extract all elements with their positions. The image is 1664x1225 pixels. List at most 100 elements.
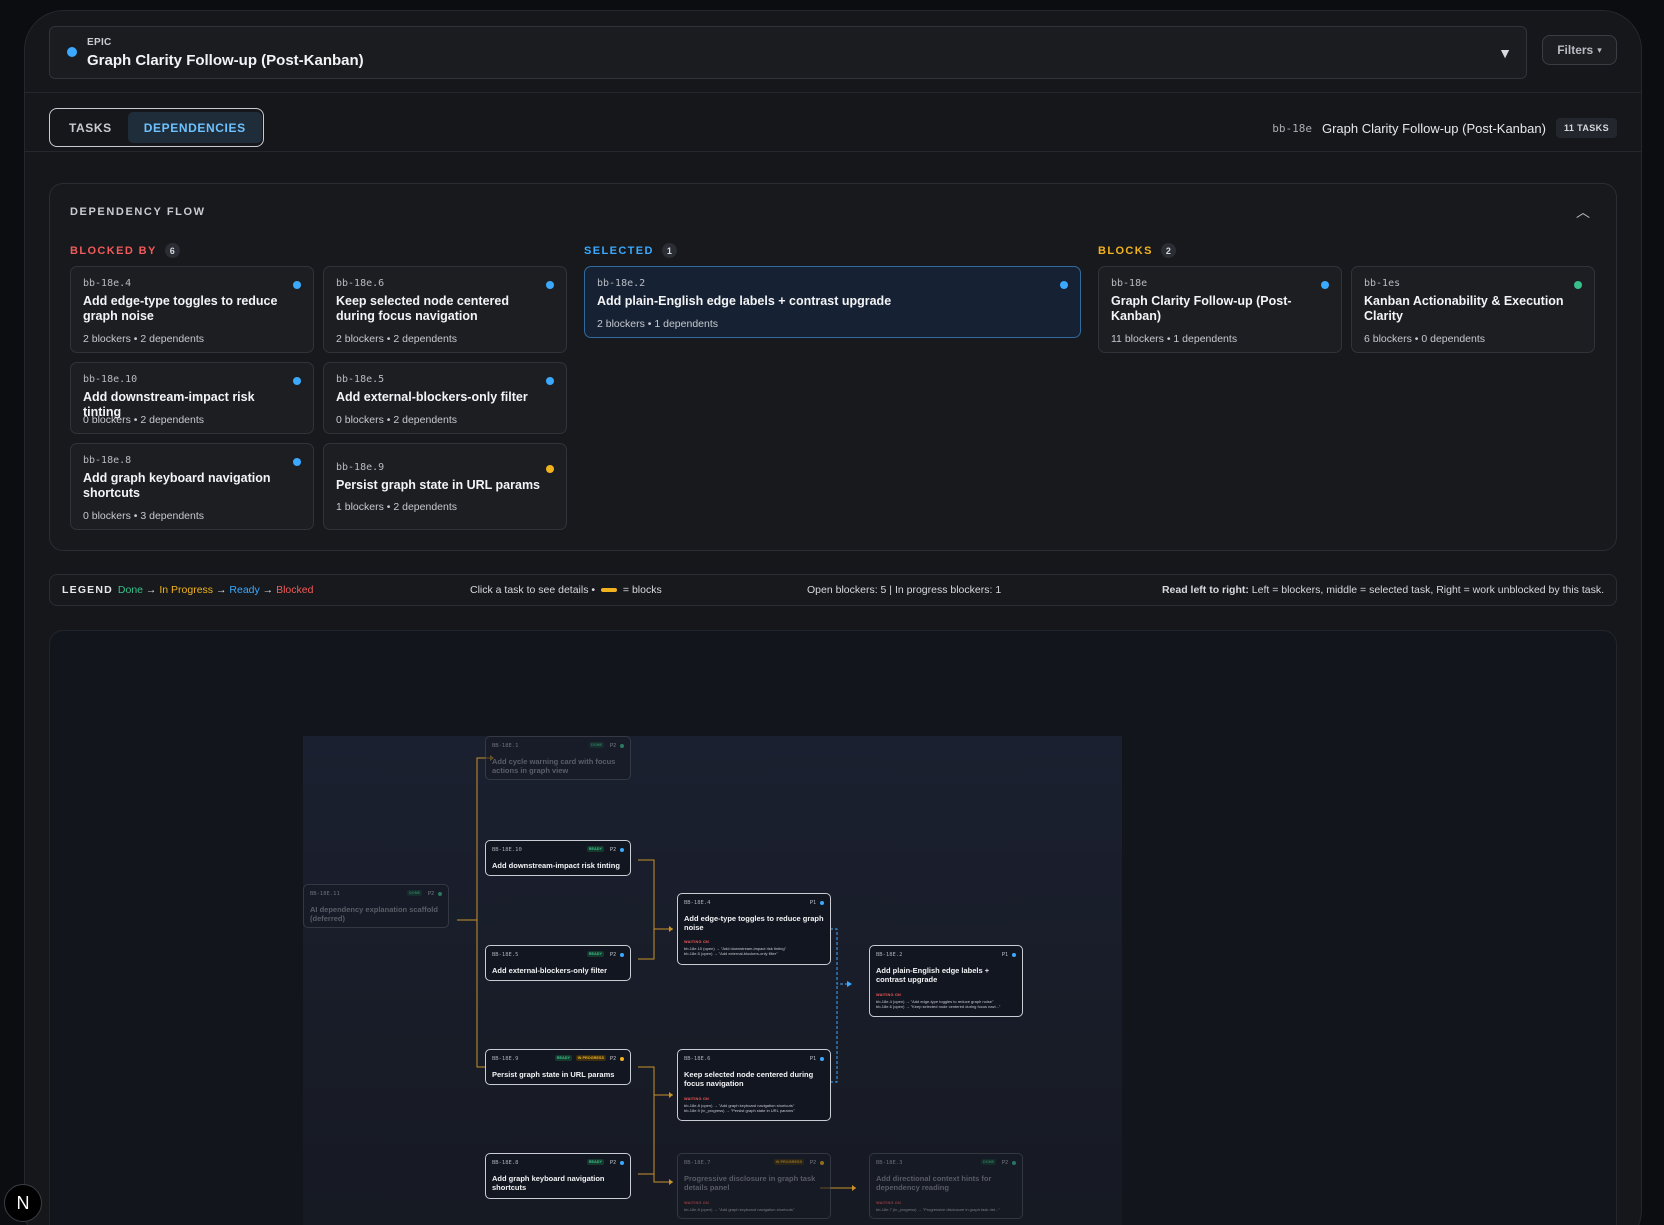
status-dot — [1012, 1161, 1016, 1165]
graph-node[interactable]: BB-18E.3 DONE P2 Add directional context… — [869, 1153, 1023, 1219]
ready-badge: READY — [586, 951, 604, 957]
blocks-header: BLOCKS 2 — [1098, 243, 1176, 258]
task-title: Keep selected node centered during focus… — [336, 294, 509, 323]
ready-badge: READY — [586, 846, 604, 852]
in-progress-badge: IN PROGRESS — [773, 1159, 804, 1165]
legend-ready: Ready — [229, 584, 260, 596]
graph-node-id: BB-18E.9 — [492, 1056, 519, 1062]
legend-bar: LEGEND Done → In Progress → Ready → Bloc… — [49, 574, 1617, 606]
graph-node-title: Keep selected node centered during focus… — [684, 1070, 814, 1088]
graph-node[interactable]: BB-18E.9 READY IN PROGRESS P2 Persist gr… — [485, 1049, 631, 1085]
graph-node-id: BB-18E.3 — [876, 1160, 903, 1166]
task-title: Add edge-type toggles to reduce graph no… — [83, 294, 278, 323]
legend-in-progress: In Progress — [159, 584, 214, 596]
waiting-on-label: WAITING ON — [876, 1201, 901, 1205]
blocker-card[interactable]: bb-18e.8 Add graph keyboard navigation s… — [70, 443, 314, 530]
graph-canvas[interactable]: BB-18E.11 DONE P2 AI dependency explanat… — [303, 736, 1122, 1225]
status-dot — [546, 377, 554, 385]
graph-node-title: Add edge-type toggles to reduce graph no… — [684, 914, 824, 932]
waiting-on-label: WAITING ON — [684, 1201, 709, 1205]
done-badge: DONE — [981, 1159, 996, 1165]
legend-arrow: → — [145, 584, 157, 596]
graph-node[interactable]: BB-18E.8 READY P2 Add graph keyboard nav… — [485, 1153, 631, 1199]
edge-arrow — [669, 1179, 673, 1185]
graph-node[interactable]: BB-18E.11 DONE P2 AI dependency explanat… — [303, 884, 449, 928]
selected-task-card[interactable]: bb-18e.2 Add plain-English edge labels +… — [584, 266, 1081, 338]
task-stats: 6 blockers • 0 dependents — [1364, 333, 1486, 345]
status-dot — [293, 458, 301, 466]
selected-graph-node[interactable]: BB-18E.2 P1 Add plain-English edge label… — [869, 945, 1023, 1017]
blocks-card[interactable]: bb-18e Graph Clarity Follow-up (Post-Kan… — [1098, 266, 1342, 353]
graph-node-title: Add external-blockers-only filter — [492, 966, 608, 975]
tab-tasks[interactable]: TASKS — [53, 112, 128, 143]
selected-edge-arrow — [847, 981, 852, 987]
task-id: bb-18e — [1111, 278, 1148, 289]
blocked-by-count: 6 — [164, 243, 180, 258]
graph-node-title: Progressive disclosure in graph task det… — [684, 1174, 816, 1192]
status-dot — [1012, 953, 1016, 957]
blocked-by-header: BLOCKED BY 6 — [70, 243, 180, 258]
graph-node-title: Add downstream-impact risk tinting — [492, 861, 620, 870]
ready-badge: READY — [554, 1055, 572, 1061]
chevron-up-icon[interactable]: ︿ — [1576, 202, 1590, 222]
priority-label: P1 — [809, 900, 816, 906]
status-dot — [620, 1057, 624, 1061]
blocker-card[interactable]: bb-18e.10 Add downstream-impact risk tin… — [70, 362, 314, 434]
blocker-card[interactable]: bb-18e.5 Add external-blockers-only filt… — [323, 362, 567, 434]
epic-kicker: EPIC — [87, 37, 112, 48]
task-stats: 2 blockers • 2 dependents — [336, 333, 458, 345]
graph-node-id: BB-18E.1 — [492, 743, 519, 749]
graph-node[interactable]: BB-18E.5 READY P2 Add external-blockers-… — [485, 945, 631, 981]
task-id: bb-18e.2 — [597, 278, 646, 289]
blocker-card[interactable]: bb-18e.6 Keep selected node centered dur… — [323, 266, 567, 353]
task-stats: 1 blockers • 2 dependents — [336, 501, 458, 513]
blocks-card[interactable]: bb-1es Kanban Actionability & Execution … — [1351, 266, 1595, 353]
blocker-card[interactable]: bb-18e.9 Persist graph state in URL para… — [323, 443, 567, 530]
blocker-card[interactable]: bb-18e.4 Add edge-type toggles to reduce… — [70, 266, 314, 353]
status-dot — [620, 1161, 624, 1165]
priority-label: P2 — [609, 952, 616, 958]
graph-node-id: BB-18E.5 — [492, 952, 519, 958]
graph-node[interactable]: BB-18E.7 IN PROGRESS P2 Progressive disc… — [677, 1153, 831, 1219]
graph-node[interactable]: BB-18E.4 P1 Add edge-type toggles to red… — [677, 893, 831, 965]
legend-hint-suffix: = blocks — [622, 584, 662, 596]
legend-statuses: LEGEND Done → In Progress → Ready → Bloc… — [62, 584, 313, 596]
task-stats: 0 blockers • 3 dependents — [83, 510, 205, 522]
tab-dependencies[interactable]: DEPENDENCIES — [127, 112, 262, 143]
divider — [25, 151, 1641, 152]
graph-node-title: Add directional context hints for depend… — [876, 1174, 992, 1192]
open-blocker-counts: Open blockers: 5 | In progress blockers:… — [807, 584, 1002, 596]
graph-node-title: Add cycle warning card with focus action… — [492, 757, 616, 775]
graph-node-title: Add plain-English edge labels + contrast… — [876, 966, 990, 984]
priority-label: P2 — [609, 847, 616, 853]
epic-meta: bb-18e Graph Clarity Follow-up (Post-Kan… — [1272, 118, 1617, 138]
waiting-on-line: bb-18e.6 (open) → "Keep selected node ce… — [876, 1004, 1001, 1009]
graph-node[interactable]: BB-18E.10 READY P2 Add downstream-impact… — [485, 840, 631, 876]
task-id: bb-18e.6 — [336, 278, 385, 289]
app-shell: EPIC Graph Clarity Follow-up (Post-Kanba… — [24, 10, 1642, 1225]
task-title: Graph Clarity Follow-up (Post-Kanban) — [1111, 294, 1292, 323]
epic-name: Graph Clarity Follow-up (Post-Kanban) — [1321, 120, 1546, 136]
edge — [457, 919, 490, 1068]
done-badge: DONE — [407, 890, 422, 896]
flow-title: DEPENDENCY FLOW — [70, 206, 206, 218]
graph-node[interactable]: BB-18E.1 DONE P2 Add cycle warning card … — [485, 736, 631, 780]
waiting-on-label: WAITING ON — [684, 940, 709, 944]
epic-selector[interactable]: EPIC Graph Clarity Follow-up (Post-Kanba… — [49, 26, 1527, 79]
graph-node-title: Persist graph state in URL params — [492, 1070, 615, 1079]
priority-label: P2 — [809, 1160, 816, 1166]
reading-guide: Read left to right: Left = blockers, mid… — [1162, 584, 1604, 596]
task-title: Add external-blockers-only filter — [336, 390, 528, 404]
task-id: bb-18e.8 — [83, 455, 132, 466]
triangle-down-icon[interactable]: ▼ — [1498, 45, 1512, 61]
dependency-flow-panel: DEPENDENCY FLOW ︿ BLOCKED BY 6 SELECTED … — [49, 183, 1617, 551]
filters-button[interactable]: Filters ▾ — [1542, 35, 1617, 65]
graph-node[interactable]: BB-18E.6 P1 Keep selected node centered … — [677, 1049, 831, 1121]
graph-node-id: BB-18E.10 — [492, 847, 522, 853]
ready-badge: READY — [586, 1159, 604, 1165]
priority-label: P2 — [1001, 1160, 1008, 1166]
n-logo-icon[interactable]: N — [4, 1184, 42, 1222]
priority-label: P2 — [427, 891, 434, 897]
task-stats: 0 blockers • 2 dependents — [83, 414, 205, 426]
status-dot — [620, 848, 624, 852]
